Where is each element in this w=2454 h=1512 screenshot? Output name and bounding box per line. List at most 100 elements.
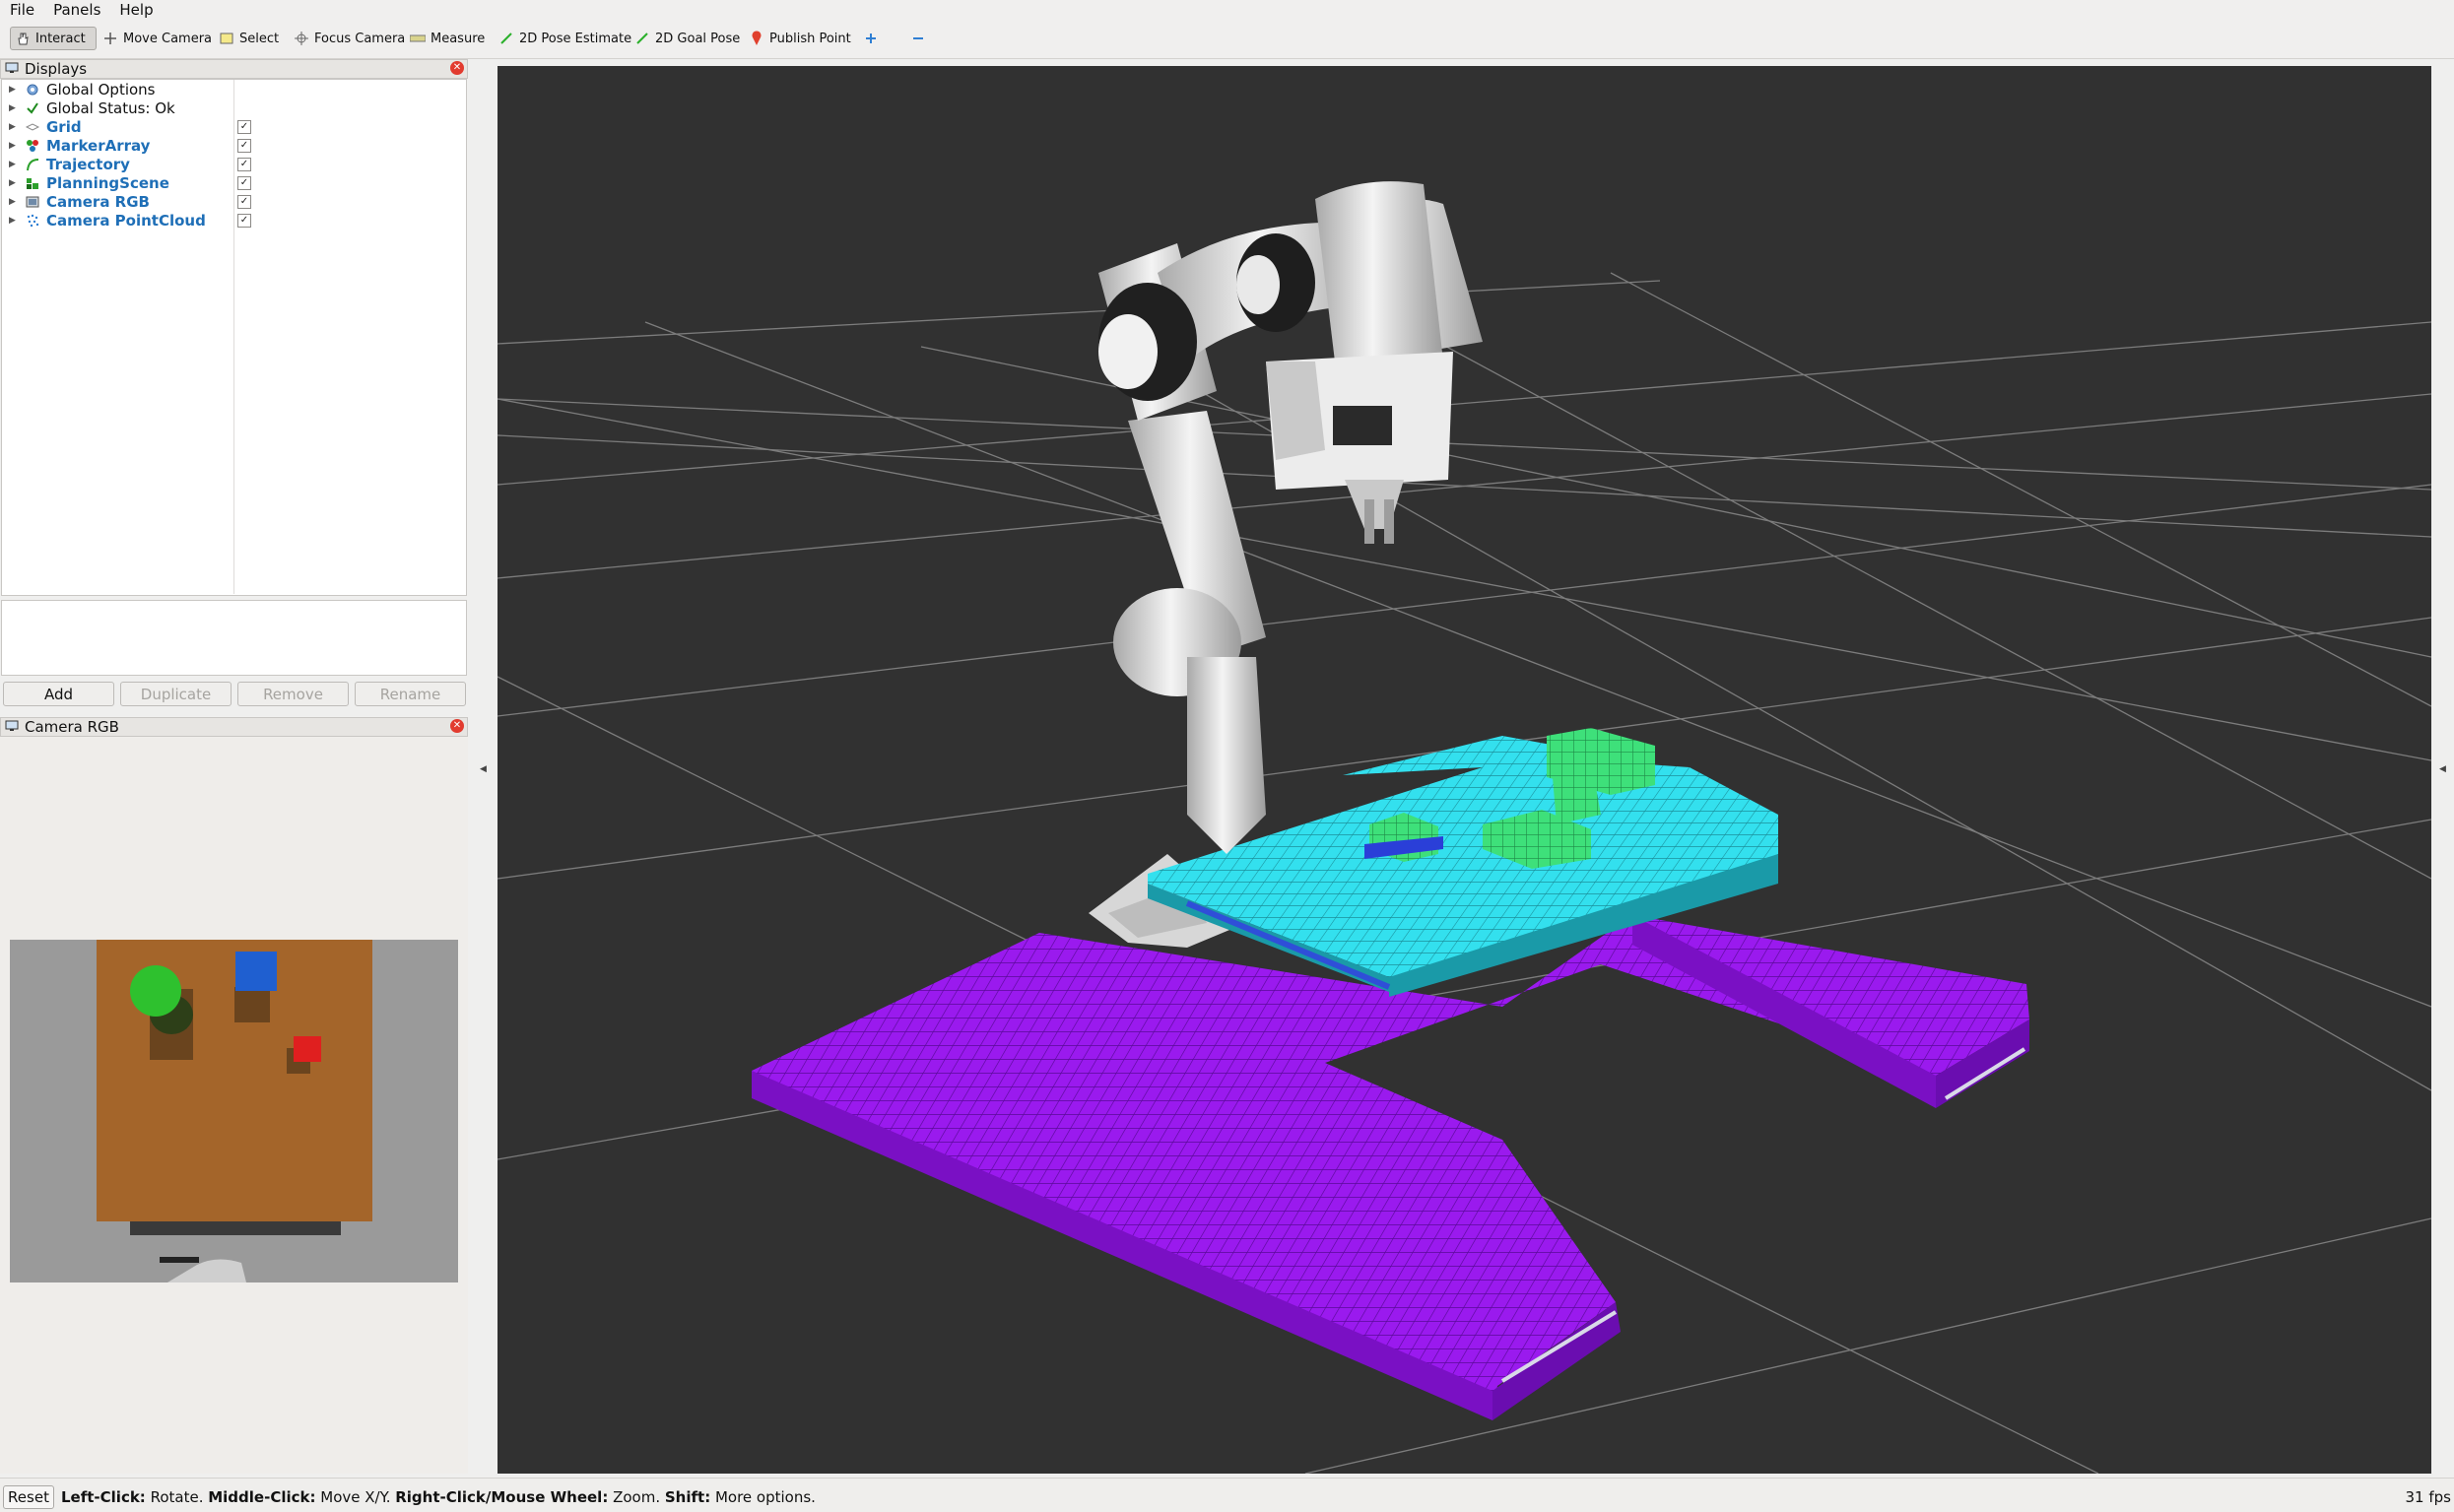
menu-panels-label: Panels bbox=[53, 0, 101, 19]
hint-key: Right-Click/Mouse Wheel: bbox=[395, 1488, 609, 1506]
right-splitter-handle[interactable]: ◀ bbox=[2433, 59, 2454, 1478]
enable-checkbox[interactable]: ✓ bbox=[237, 138, 251, 153]
add-display-button[interactable]: Add bbox=[3, 682, 114, 706]
display-item-label: Global Status: Ok bbox=[46, 99, 175, 117]
3d-viewport[interactable] bbox=[497, 66, 2431, 1474]
duplicate-label: Duplicate bbox=[140, 685, 212, 703]
monitor-icon bbox=[5, 60, 19, 78]
enable-checkbox[interactable]: ✓ bbox=[237, 157, 251, 171]
add-tool-button[interactable] bbox=[859, 27, 883, 50]
expand-arrow-icon[interactable]: ▶ bbox=[9, 197, 16, 207]
minus-icon bbox=[910, 31, 926, 46]
display-item-label: Camera PointCloud bbox=[46, 211, 206, 230]
focus-camera-label: Focus Camera bbox=[314, 31, 406, 46]
menu-help[interactable]: Help bbox=[109, 1, 162, 19]
gear-icon bbox=[25, 82, 40, 98]
map-pin-icon bbox=[749, 31, 764, 46]
hint-key: Middle-Click: bbox=[208, 1488, 316, 1506]
measure-tool-button[interactable]: Measure bbox=[406, 27, 489, 50]
camera-rgb-title-bar: Camera RGB ✕ bbox=[0, 717, 468, 737]
reset-button[interactable]: Reset bbox=[3, 1485, 54, 1509]
interact-tool-button[interactable]: Interact bbox=[10, 27, 97, 50]
expand-arrow-icon[interactable]: ▶ bbox=[9, 160, 16, 169]
planning-scene-icon bbox=[25, 175, 40, 191]
expand-arrow-icon[interactable]: ▶ bbox=[9, 122, 16, 132]
pose-estimate-tool-button[interactable]: 2D Pose Estimate bbox=[495, 27, 635, 50]
enable-checkbox[interactable]: ✓ bbox=[237, 175, 251, 190]
add-label: Add bbox=[43, 685, 74, 703]
interact-label: Interact bbox=[35, 31, 86, 46]
enable-checkbox[interactable]: ✓ bbox=[237, 119, 251, 134]
camera-rgb-title: Camera RGB bbox=[25, 718, 119, 736]
pose-estimate-label: 2D Pose Estimate bbox=[519, 31, 632, 46]
displays-title: Displays bbox=[25, 60, 88, 78]
focus-camera-tool-button[interactable]: Focus Camera bbox=[290, 27, 409, 50]
hand-icon bbox=[15, 31, 31, 46]
display-item-label: Trajectory bbox=[46, 155, 130, 173]
move-camera-icon bbox=[102, 31, 118, 46]
close-icon[interactable]: ✕ bbox=[450, 719, 464, 733]
publish-point-tool-button[interactable]: Publish Point bbox=[745, 27, 855, 50]
close-icon[interactable]: ✕ bbox=[450, 61, 464, 75]
menu-help-label: Help bbox=[119, 0, 154, 19]
camera-icon bbox=[25, 194, 40, 210]
hint-desc: Rotate. bbox=[145, 1488, 209, 1506]
display-item-label: Grid bbox=[46, 117, 82, 136]
expand-arrow-icon[interactable]: ▶ bbox=[9, 141, 16, 151]
select-tool-button[interactable]: Select bbox=[215, 27, 283, 50]
expand-arrow-icon[interactable]: ▶ bbox=[9, 216, 16, 226]
display-item-camera-pointcloud[interactable]: ▶ Camera PointCloud ✓ bbox=[1, 211, 464, 230]
rename-display-button[interactable]: Rename bbox=[355, 682, 466, 706]
marker-array-icon bbox=[25, 138, 40, 154]
measure-label: Measure bbox=[431, 31, 486, 46]
enable-checkbox[interactable]: ✓ bbox=[237, 194, 251, 209]
remove-display-button[interactable]: Remove bbox=[237, 682, 349, 706]
remove-label: Remove bbox=[263, 685, 323, 703]
display-item-marker-array[interactable]: ▶ MarkerArray ✓ bbox=[1, 136, 464, 155]
duplicate-display-button[interactable]: Duplicate bbox=[120, 682, 232, 706]
focus-camera-icon bbox=[294, 31, 309, 46]
green-arrow-icon bbox=[634, 31, 650, 46]
hint-key: Shift: bbox=[664, 1488, 711, 1506]
move-camera-label: Move Camera bbox=[123, 31, 213, 46]
display-item-planning-scene[interactable]: ▶ PlanningScene ✓ bbox=[1, 173, 464, 192]
display-item-camera-rgb[interactable]: ▶ Camera RGB ✓ bbox=[1, 192, 464, 211]
display-item-global-options[interactable]: ▶ Global Options bbox=[1, 80, 464, 99]
move-camera-tool-button[interactable]: Move Camera bbox=[99, 27, 216, 50]
display-item-grid[interactable]: ▶ Grid ✓ bbox=[1, 117, 464, 136]
green-arrow-icon bbox=[498, 31, 514, 46]
grid-icon bbox=[25, 119, 40, 135]
menu-file[interactable]: File bbox=[0, 1, 43, 19]
pointcloud-icon bbox=[25, 213, 40, 229]
goal-pose-label: 2D Goal Pose bbox=[655, 31, 741, 46]
ruler-icon bbox=[410, 31, 426, 46]
fps-counter: 31 fps bbox=[2405, 1488, 2451, 1506]
displays-title-bar: Displays ✕ bbox=[0, 59, 468, 79]
display-item-trajectory[interactable]: ▶ Trajectory ✓ bbox=[1, 155, 464, 173]
camera-image bbox=[10, 940, 458, 1282]
expand-arrow-icon[interactable]: ▶ bbox=[9, 178, 16, 188]
camera-rgb-panel: Camera RGB ✕ bbox=[0, 717, 468, 737]
menu-file-label: File bbox=[10, 0, 35, 19]
reset-label: Reset bbox=[8, 1488, 49, 1506]
expand-arrow-icon[interactable]: ▶ bbox=[9, 85, 16, 95]
select-icon bbox=[219, 31, 234, 46]
monitor-icon bbox=[5, 718, 19, 736]
hint-key: Left-Click: bbox=[61, 1488, 146, 1506]
enable-checkbox[interactable]: ✓ bbox=[237, 213, 251, 228]
display-item-label: MarkerArray bbox=[46, 136, 151, 155]
display-item-label: Global Options bbox=[46, 80, 156, 99]
expand-arrow-icon[interactable]: ▶ bbox=[9, 103, 16, 113]
check-icon bbox=[25, 100, 40, 116]
hint-desc: More options. bbox=[710, 1488, 816, 1506]
remove-tool-button[interactable] bbox=[906, 27, 930, 50]
status-bar: Reset Left-Click: Rotate. Middle-Click: … bbox=[0, 1478, 2454, 1512]
menu-bar: File Panels Help bbox=[0, 0, 2454, 19]
display-description-box bbox=[1, 600, 467, 676]
menu-panels[interactable]: Panels bbox=[43, 1, 109, 19]
select-label: Select bbox=[239, 31, 280, 46]
goal-pose-tool-button[interactable]: 2D Goal Pose bbox=[630, 27, 744, 50]
left-splitter-handle[interactable]: ◀ bbox=[475, 59, 493, 1478]
mouse-hint-text: Left-Click: Rotate. Middle-Click: Move X… bbox=[61, 1488, 816, 1506]
display-item-global-status[interactable]: ▶ Global Status: Ok bbox=[1, 99, 464, 117]
